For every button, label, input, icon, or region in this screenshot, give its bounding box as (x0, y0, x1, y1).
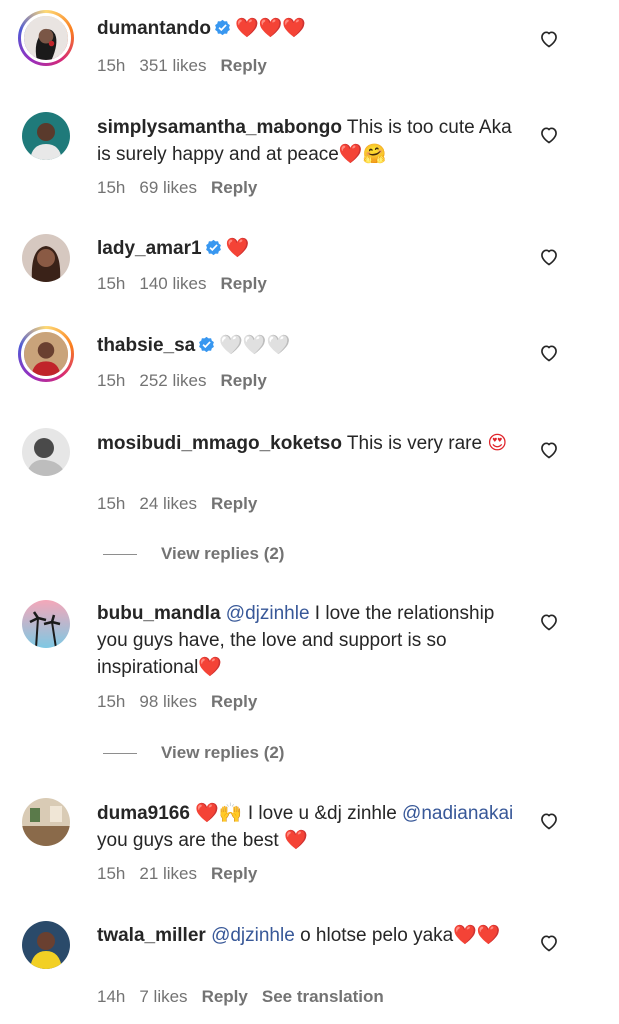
avatar[interactable] (22, 112, 70, 160)
likes-count[interactable]: 24 likes (139, 494, 197, 513)
comment-body: I love u &dj zinhle (247, 803, 397, 824)
reply-button[interactable]: Reply (211, 864, 257, 883)
heart-icon[interactable] (539, 29, 559, 49)
reply-button[interactable]: Reply (202, 987, 248, 1006)
comment-meta: 15h 98 likes Reply (97, 692, 271, 712)
heart-icon[interactable] (539, 612, 559, 632)
heart-icon[interactable] (539, 125, 559, 145)
avatar[interactable] (22, 798, 70, 846)
view-replies-button[interactable]: View replies (2) (103, 743, 284, 763)
avatar[interactable] (22, 600, 70, 648)
comment-text: simplysamantha_mabongo This is too cute … (97, 114, 517, 168)
likes-count[interactable]: 140 likes (139, 274, 206, 293)
reply-button[interactable]: Reply (220, 371, 266, 390)
heart-emoji: ❤️ (225, 237, 250, 259)
username[interactable]: dumantando (97, 18, 211, 39)
mention-link[interactable]: @djzinhle (226, 603, 310, 624)
comment-meta: 15h 69 likes Reply (97, 178, 271, 198)
comment-meta: 15h 21 likes Reply (97, 864, 271, 884)
comment-meta: 14h 7 likes Reply See translation (97, 987, 398, 1007)
heart-icon[interactable] (539, 343, 559, 363)
reply-button[interactable]: Reply (211, 178, 257, 197)
likes-count[interactable]: 98 likes (139, 692, 197, 711)
comment-meta: 15h 140 likes Reply (97, 274, 281, 294)
likes-count[interactable]: 69 likes (139, 178, 197, 197)
reply-button[interactable]: Reply (220, 56, 266, 75)
comment-text: lady_amar1 ❤️ (97, 235, 517, 262)
comment-meta: 15h 252 likes Reply (97, 371, 281, 391)
view-replies-button[interactable]: View replies (2) (103, 544, 284, 564)
likes-count[interactable]: 351 likes (139, 56, 206, 75)
heart-emoji: ❤️ (198, 656, 223, 678)
heart-emoji: ❤️❤️ (453, 924, 501, 946)
heart-icon[interactable] (539, 440, 559, 460)
mention-link[interactable]: @nadianakai (402, 803, 513, 824)
comment-meta: 15h 351 likes Reply (97, 56, 281, 76)
heart-raised-hands-emoji: ❤️🙌 (195, 802, 243, 824)
heart-emoji: ❤️❤️❤️ (235, 17, 306, 39)
mention-link[interactable]: @djzinhle (211, 925, 295, 946)
reply-button[interactable]: Reply (211, 692, 257, 711)
avatar[interactable] (22, 921, 70, 969)
verified-badge-icon (205, 239, 221, 256)
emoji: ❤️🤗 (338, 143, 387, 165)
white-heart-emoji: 🤍🤍🤍 (219, 334, 291, 357)
heart-icon[interactable] (539, 933, 559, 953)
verified-badge-icon (199, 336, 215, 353)
timestamp: 15h (97, 274, 126, 293)
timestamp: 15h (97, 864, 126, 883)
comment-text: mosibudi_mmago_koketso This is very rare… (97, 430, 517, 457)
username[interactable]: twala_miller (97, 925, 206, 946)
timestamp: 15h (97, 178, 126, 197)
timestamp: 15h (97, 371, 126, 390)
timestamp: 14h (97, 987, 126, 1006)
avatar[interactable] (22, 234, 70, 282)
likes-count[interactable]: 7 likes (139, 987, 187, 1006)
likes-count[interactable]: 252 likes (139, 371, 206, 390)
username[interactable]: thabsie_sa (97, 335, 195, 356)
heart-eyes-emoji: 😍 (487, 432, 508, 454)
avatar[interactable] (18, 326, 74, 382)
avatar[interactable] (22, 428, 70, 476)
username[interactable]: duma9166 (97, 803, 190, 824)
verified-badge-icon (215, 19, 230, 36)
comment-meta: 15h 24 likes Reply (97, 494, 271, 514)
comment-body-2: you guys are the best (97, 830, 279, 851)
username[interactable]: simplysamantha_mabongo (97, 117, 342, 138)
username[interactable]: mosibudi_mmago_koketso (97, 433, 342, 454)
comment-text: dumantando ❤️❤️❤️ (97, 15, 517, 42)
heart-icon[interactable] (539, 811, 559, 831)
timestamp: 15h (97, 692, 126, 711)
avatar[interactable] (18, 10, 74, 66)
comment-text: duma9166 ❤️🙌 I love u &dj zinhle @nadian… (97, 800, 517, 854)
divider (103, 753, 137, 755)
comment-text: thabsie_sa 🤍🤍🤍 (97, 332, 517, 359)
comment-body: This is very rare (346, 433, 483, 454)
timestamp: 15h (97, 494, 126, 513)
view-replies-label[interactable]: View replies (2) (161, 544, 284, 563)
likes-count[interactable]: 21 likes (139, 864, 197, 883)
see-translation-link[interactable]: See translation (262, 987, 384, 1006)
username[interactable]: bubu_mandla (97, 603, 221, 624)
comment-body: o hlotse pelo yaka (300, 925, 454, 946)
reply-button[interactable]: Reply (211, 494, 257, 513)
divider (103, 554, 137, 556)
heart-emoji: ❤️ (283, 829, 308, 851)
comment-text: bubu_mandla @djzinhle I love the relatio… (97, 600, 517, 681)
heart-icon[interactable] (539, 247, 559, 267)
username[interactable]: lady_amar1 (97, 238, 202, 259)
reply-button[interactable]: Reply (220, 274, 266, 293)
timestamp: 15h (97, 56, 126, 75)
view-replies-label[interactable]: View replies (2) (161, 743, 284, 762)
comment-text: twala_miller @djzinhle o hlotse pelo yak… (97, 922, 517, 949)
